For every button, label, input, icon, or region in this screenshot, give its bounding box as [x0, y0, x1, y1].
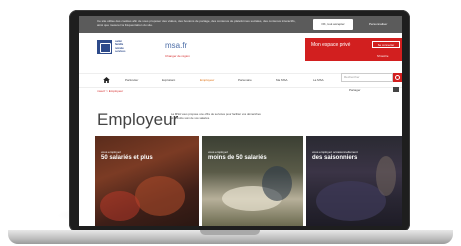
card-image-detail: [262, 166, 292, 201]
page-intro: La MSA vous propose une offre de service…: [171, 112, 261, 120]
site-name[interactable]: msa.fr: [165, 41, 187, 50]
card-image-detail: [376, 156, 396, 196]
change-region-link[interactable]: Changer de région: [165, 54, 190, 58]
cookie-banner: Ce site utilise des cookies afin de vous…: [79, 16, 402, 33]
card-seasonal[interactable]: vous employez occasionnellement des sais…: [306, 136, 402, 226]
nav-item-exploitant[interactable]: Exploitant: [162, 78, 175, 82]
print-icon[interactable]: [393, 87, 399, 92]
breadcrumb[interactable]: msa.fr > Employeur: [97, 89, 123, 93]
share-tool[interactable]: Partager: [349, 88, 361, 92]
card-image-detail: [316, 181, 386, 221]
laptop-notch: [200, 230, 260, 235]
logo-text: santé famille retraite services: [115, 40, 126, 53]
laptop-screen: Ce site utilise des cookies afin de vous…: [79, 16, 402, 226]
private-space-title: Mon espace privé: [311, 42, 351, 48]
card-less-50[interactable]: vous employez moins de 50 salariés: [202, 136, 303, 226]
nav-item-employeur[interactable]: Employeur: [200, 78, 214, 82]
card-image-detail: [135, 176, 185, 216]
search-input[interactable]: Rechercher: [341, 73, 393, 82]
card-50-plus[interactable]: vous employez 50 salariés et plus: [95, 136, 199, 226]
signup-link[interactable]: S'inscrire: [377, 54, 388, 58]
cookie-customize-link[interactable]: Personnaliser: [369, 22, 387, 26]
page-title: Employeur: [97, 110, 179, 129]
nav-item-la-msa[interactable]: La MSA: [313, 78, 324, 82]
card-kicker: vous employez: [208, 150, 229, 154]
employer-cards: vous employez 50 salariés et plus vous e…: [95, 136, 402, 226]
card-image-detail: [100, 191, 140, 221]
home-icon[interactable]: [103, 77, 110, 83]
cookie-text: Ce site utilise des cookies afin de vous…: [97, 19, 296, 27]
card-kicker: vous employez: [101, 150, 122, 154]
search-icon[interactable]: [393, 73, 402, 82]
nav-item-particulier[interactable]: Particulier: [125, 78, 138, 82]
login-button[interactable]: Se connecter: [372, 41, 400, 48]
card-title: des saisonniers: [312, 155, 358, 161]
nav-item-ma-msa[interactable]: Ma MSA: [276, 78, 288, 82]
card-title: 50 salariés et plus: [101, 155, 153, 161]
card-kicker: vous employez occasionnellement: [312, 150, 358, 154]
cookie-accept-button[interactable]: OK, tout accepter: [313, 19, 353, 30]
nav-item-partenaire[interactable]: Partenaire: [238, 78, 252, 82]
msa-logo[interactable]: [97, 40, 112, 54]
card-title: moins de 50 salariés: [208, 155, 267, 161]
